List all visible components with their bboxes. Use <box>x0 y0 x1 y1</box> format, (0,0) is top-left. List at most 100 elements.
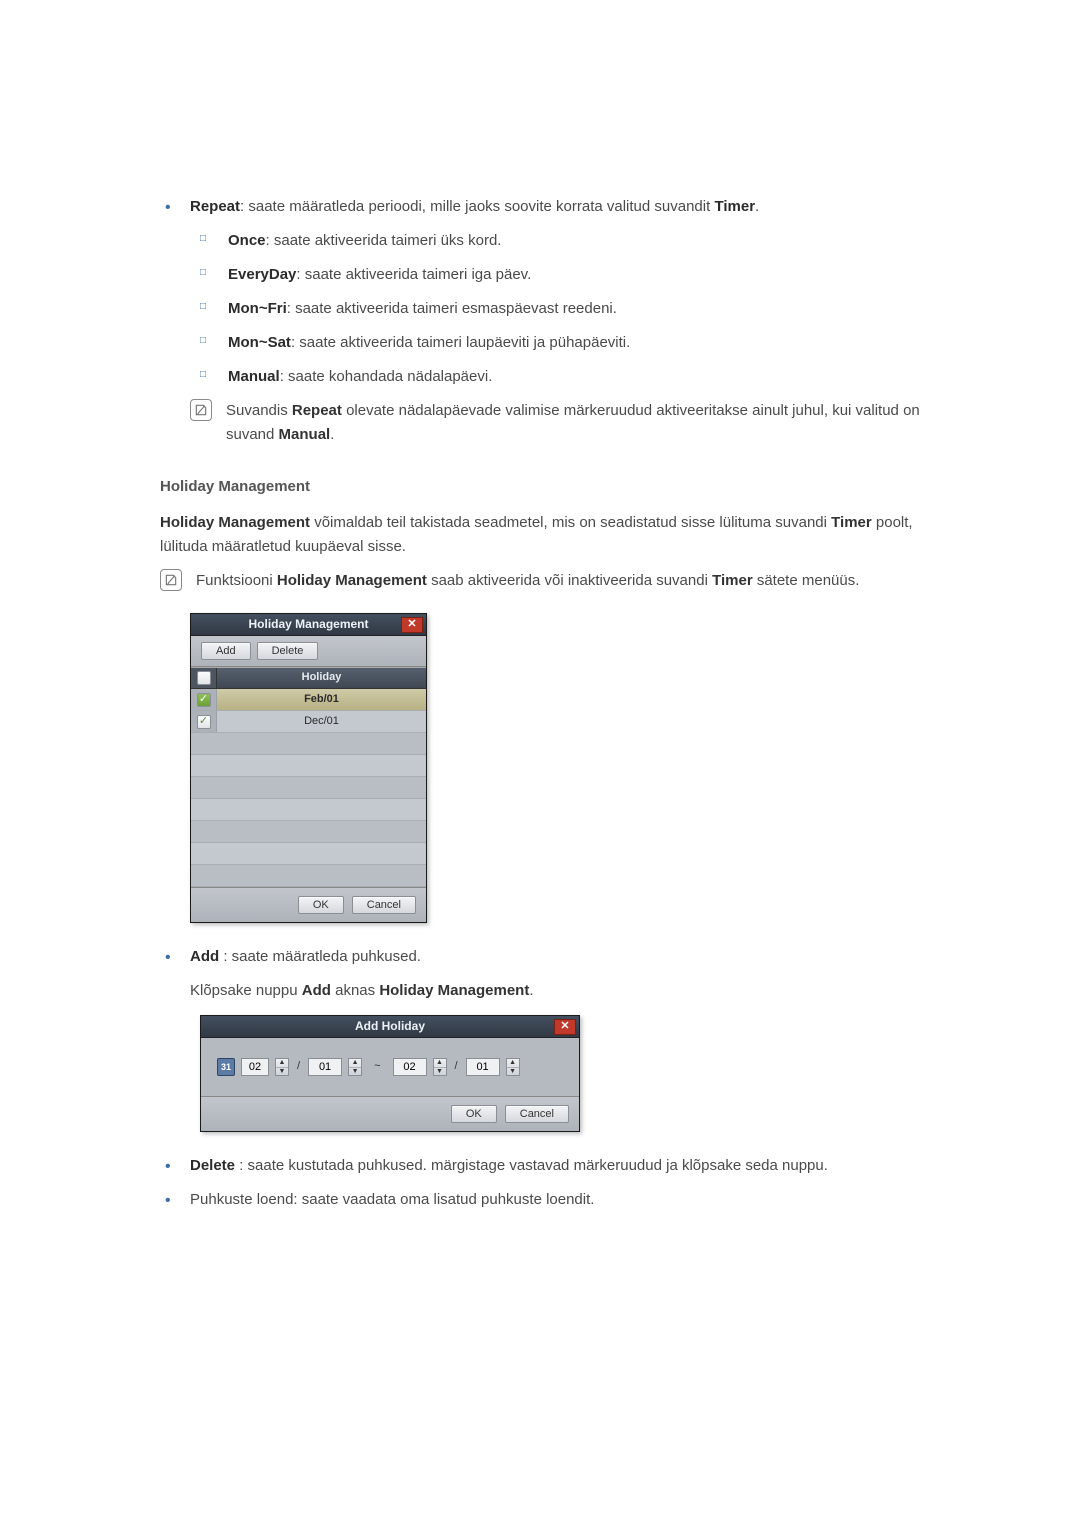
repeat-note-pre: Suvandis <box>226 402 292 419</box>
delete-button[interactable]: Delete <box>257 642 319 660</box>
end-month-stepper[interactable]: ▲▼ <box>433 1058 447 1076</box>
ah-title: Add Holiday <box>355 1017 425 1036</box>
holiday-list-text: Puhkuste loend: saate vaadata oma lisatu… <box>190 1191 594 1208</box>
repeat-monfri: Mon~Fri: saate aktiveerida taimeri esmas… <box>190 297 920 321</box>
table-row-empty <box>191 843 426 865</box>
table-row[interactable]: ✓ Dec/01 <box>191 711 426 733</box>
end-day-field[interactable] <box>466 1058 500 1076</box>
hm-para1-timer: Timer <box>831 514 872 531</box>
hm-toolbar: Add Delete <box>191 636 426 667</box>
table-row[interactable]: ✓ Feb/01 <box>191 689 426 711</box>
hm-title: Holiday Management <box>248 615 368 634</box>
repeat-monfri-desc: : saate aktiveerida taimeri esmaspäevast… <box>287 300 617 317</box>
hm-para1: Holiday Management võimaldab teil takist… <box>160 511 920 559</box>
repeat-note-trail: . <box>330 426 334 443</box>
hm-note-text: Funktsiooni Holiday Management saab akti… <box>196 569 920 593</box>
hm-note-trail: sätete menüüs. <box>753 572 860 589</box>
close-icon[interactable]: ✕ <box>401 617 423 633</box>
end-day-stepper[interactable]: ▲▼ <box>506 1058 520 1076</box>
repeat-monfri-label: Mon~Fri <box>228 300 287 317</box>
calendar-icon: 31 <box>217 1058 235 1076</box>
repeat-desc: : saate määratleda perioodi, mille jaoks… <box>240 198 714 215</box>
hm-header-checkbox[interactable] <box>197 671 211 685</box>
repeat-note-b1: Repeat <box>292 402 342 419</box>
delete-label: Delete <box>190 1157 235 1174</box>
table-row-empty <box>191 865 426 887</box>
repeat-timer-word: Timer <box>714 198 755 215</box>
repeat-monsat: Mon~Sat: saate aktiveerida taimeri laupä… <box>190 331 920 355</box>
repeat-label: Repeat <box>190 198 240 215</box>
hm-table-header: Holiday <box>191 667 426 689</box>
cancel-button[interactable]: Cancel <box>505 1105 569 1123</box>
hm-row-value: Feb/01 <box>217 691 426 709</box>
ah-footer: OK Cancel <box>201 1096 579 1131</box>
hm-note-mid: saab aktiveerida või inaktiveerida suvan… <box>427 572 712 589</box>
cancel-button[interactable]: Cancel <box>352 896 416 914</box>
add-line2-pre: Klõpsake nuppu <box>190 982 302 999</box>
repeat-once: Once: saate aktiveerida taimeri üks kord… <box>190 229 920 253</box>
hm-titlebar: Holiday Management ✕ <box>191 614 426 636</box>
note-icon <box>190 399 212 421</box>
repeat-everyday-desc: : saate aktiveerida taimeri iga päev. <box>296 266 531 283</box>
ah-titlebar: Add Holiday ✕ <box>201 1016 579 1038</box>
repeat-once-label: Once <box>228 232 266 249</box>
hm-footer: OK Cancel <box>191 887 426 922</box>
end-month-field[interactable] <box>393 1058 427 1076</box>
hm-note-pre: Funktsiooni <box>196 572 277 589</box>
table-row-empty <box>191 733 426 755</box>
repeat-note-text: Suvandis Repeat olevate nädalapäevade va… <box>226 399 920 447</box>
hm-note-b1: Holiday Management <box>277 572 427 589</box>
table-row-empty <box>191 755 426 777</box>
delete-item: Delete : saate kustutada puhkused. märgi… <box>160 1154 920 1178</box>
start-day-stepper[interactable]: ▲▼ <box>348 1058 362 1076</box>
add-label: Add <box>190 948 219 965</box>
hm-header-checkbox-cell <box>191 668 217 688</box>
repeat-trail: . <box>755 198 759 215</box>
hm-rows: ✓ Feb/01 ✓ Dec/01 <box>191 689 426 887</box>
repeat-once-desc: : saate aktiveerida taimeri üks kord. <box>266 232 502 249</box>
hm-row-checkbox[interactable]: ✓ <box>197 715 211 729</box>
start-month-field[interactable] <box>241 1058 269 1076</box>
holiday-list-item: Puhkuste loend: saate vaadata oma lisatu… <box>160 1188 920 1212</box>
ok-button[interactable]: OK <box>451 1105 497 1123</box>
date-separator: / <box>295 1058 302 1076</box>
add-item: Add : saate määratleda puhkused. <box>160 945 920 969</box>
hm-note-b2: Timer <box>712 572 753 589</box>
close-icon[interactable]: ✕ <box>554 1019 576 1035</box>
add-line2-mid: aknas <box>331 982 379 999</box>
ah-body: 31 ▲▼ / ▲▼ ~ ▲▼ / ▲▼ <box>201 1038 579 1096</box>
date-separator: / <box>453 1058 460 1076</box>
range-separator: ~ <box>368 1058 386 1076</box>
add-line2-b2: Holiday Management <box>379 982 529 999</box>
add-line2-trail: . <box>529 982 533 999</box>
table-row-empty <box>191 777 426 799</box>
repeat-monsat-desc: : saate aktiveerida taimeri laupäeviti j… <box>291 334 630 351</box>
delete-tail: : saate kustutada puhkused. märgistage v… <box>235 1157 828 1174</box>
hm-row-checkcell: ✓ <box>191 689 217 710</box>
start-day-field[interactable] <box>308 1058 342 1076</box>
start-month-stepper[interactable]: ▲▼ <box>275 1058 289 1076</box>
hm-row-checkbox[interactable]: ✓ <box>197 693 211 707</box>
add-line2: Klõpsake nuppu Add aknas Holiday Managem… <box>190 979 920 1003</box>
repeat-note-b2: Manual <box>279 426 331 443</box>
repeat-manual-label: Manual <box>228 368 280 385</box>
repeat-everyday: EveryDay: saate aktiveerida taimeri iga … <box>190 263 920 287</box>
ok-button[interactable]: OK <box>298 896 344 914</box>
table-row-empty <box>191 799 426 821</box>
add-tail: : saate määratleda puhkused. <box>219 948 421 965</box>
add-holiday-dialog: Add Holiday ✕ 31 ▲▼ / ▲▼ ~ ▲▼ / ▲▼ OK Ca… <box>200 1015 580 1132</box>
repeat-note: Suvandis Repeat olevate nädalapäevade va… <box>190 399 920 447</box>
repeat-everyday-label: EveryDay <box>228 266 296 283</box>
hm-heading: Holiday Management <box>160 475 920 499</box>
repeat-monsat-label: Mon~Sat <box>228 334 291 351</box>
note-icon <box>160 569 182 591</box>
hm-para1-b: Holiday Management <box>160 514 310 531</box>
repeat-manual-desc: : saate kohandada nädalapäevi. <box>280 368 493 385</box>
add-line2-b1: Add <box>302 982 331 999</box>
hm-note: Funktsiooni Holiday Management saab akti… <box>160 569 920 593</box>
add-button[interactable]: Add <box>201 642 251 660</box>
hm-para1-mid: võimaldab teil takistada seadmetel, mis … <box>310 514 831 531</box>
holiday-management-dialog: Holiday Management ✕ Add Delete Holiday … <box>190 613 427 923</box>
repeat-manual: Manual: saate kohandada nädalapäevi. <box>190 365 920 389</box>
table-row-empty <box>191 821 426 843</box>
